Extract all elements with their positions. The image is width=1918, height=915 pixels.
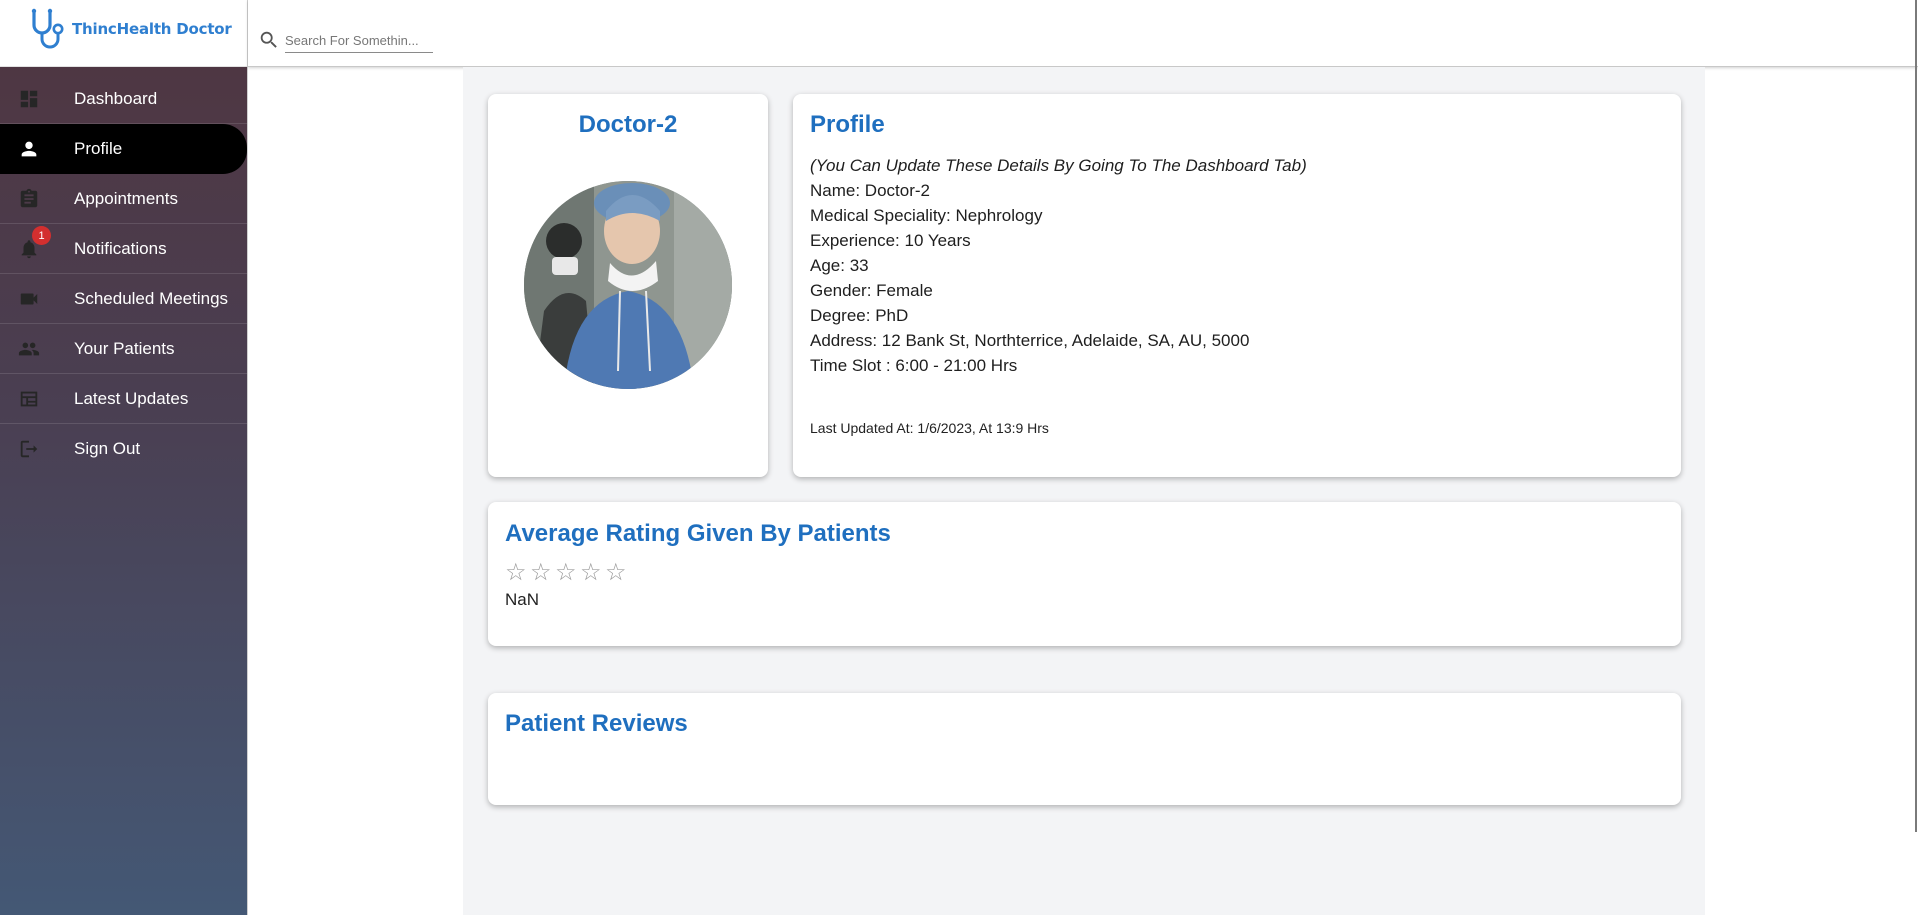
search-input[interactable]	[285, 28, 433, 53]
sidebar-item-profile[interactable]: Profile	[0, 124, 247, 174]
doctor-avatar	[524, 181, 732, 389]
sidebar-item-latest-updates[interactable]: Latest Updates	[0, 374, 247, 424]
doctor-name-heading: Doctor-2	[578, 111, 678, 138]
sidebar-item-label: Appointments	[74, 189, 178, 208]
search-icon	[260, 31, 277, 48]
doctor-summary-card: Doctor-2	[488, 94, 768, 477]
brand-name: ThincHealth Doctor	[72, 20, 232, 38]
star-icon: ☆	[505, 559, 527, 586]
stethoscope-logo-icon	[31, 8, 64, 49]
star-icon: ☆	[580, 559, 602, 586]
dashboard-icon	[18, 89, 40, 109]
sidebar-item-label: Profile	[74, 139, 123, 158]
sidebar-item-appointments[interactable]: Appointments	[0, 174, 247, 224]
profile-time-slot: Time Slot : 6:00 - 21:00 Hrs	[810, 356, 1018, 375]
rating-stars: ☆ ☆ ☆ ☆ ☆	[505, 561, 628, 585]
rating-heading: Average Rating Given By Patients	[505, 520, 891, 547]
person-icon	[18, 139, 40, 159]
profile-degree: Degree: PhD	[810, 306, 909, 325]
sidebar-item-label: Sign Out	[74, 439, 141, 458]
clipboard-icon	[18, 188, 40, 209]
sidebar-item-label: Your Patients	[74, 339, 175, 358]
profile-name: Name: Doctor-2	[810, 181, 930, 200]
profile-experience: Experience: 10 Years	[810, 231, 971, 250]
page-scrollbar[interactable]	[1915, 0, 1917, 832]
sidebar-item-label: Latest Updates	[74, 389, 189, 408]
profile-details-card: Profile (You Can Update These Details By…	[793, 94, 1681, 477]
reviews-heading: Patient Reviews	[505, 710, 688, 737]
profile-age: Age: 33	[810, 256, 869, 275]
profile-speciality: Medical Speciality: Nephrology	[810, 206, 1043, 225]
videocam-icon	[18, 289, 40, 309]
sidebar-item-label: Notifications	[74, 239, 167, 258]
sidebar-item-label: Dashboard	[74, 89, 158, 108]
logout-icon	[18, 439, 40, 459]
sidebar-item-label: Scheduled Meetings	[74, 289, 229, 308]
people-icon	[18, 339, 40, 359]
profile-gender: Gender: Female	[810, 281, 933, 300]
sidebar-item-scheduled-meetings[interactable]: Scheduled Meetings	[0, 274, 247, 324]
main-content: Doctor-2 Profile (You Can Update These D…	[463, 67, 1705, 915]
sidebar: ThincHealth Doctor Dashboard Profile App…	[0, 0, 248, 915]
table-icon	[18, 389, 40, 409]
sidebar-nav: Dashboard Profile Appointments 1 Notific…	[0, 74, 247, 474]
top-bar	[248, 0, 1918, 67]
average-rating-card: Average Rating Given By Patients ☆ ☆ ☆ ☆…	[488, 502, 1681, 646]
profile-details: (You Can Update These Details By Going T…	[810, 153, 1307, 378]
profile-heading: Profile	[810, 111, 885, 138]
sidebar-item-notifications[interactable]: 1 Notifications	[0, 224, 247, 274]
profile-update-note: (You Can Update These Details By Going T…	[810, 156, 1307, 175]
star-icon: ☆	[555, 559, 577, 586]
sidebar-item-sign-out[interactable]: Sign Out	[0, 424, 247, 474]
star-icon: ☆	[530, 559, 552, 586]
sidebar-item-your-patients[interactable]: Your Patients	[0, 324, 247, 374]
notification-count-badge: 1	[32, 226, 51, 245]
patient-reviews-card: Patient Reviews	[488, 693, 1681, 805]
last-updated-text: Last Updated At: 1/6/2023, At 13:9 Hrs	[810, 420, 1049, 436]
brand-header[interactable]: ThincHealth Doctor	[0, 0, 247, 67]
sidebar-item-dashboard[interactable]: Dashboard	[0, 74, 247, 124]
profile-address: Address: 12 Bank St, Northterrice, Adela…	[810, 331, 1250, 350]
rating-value: NaN	[505, 590, 540, 609]
star-icon: ☆	[605, 559, 627, 586]
